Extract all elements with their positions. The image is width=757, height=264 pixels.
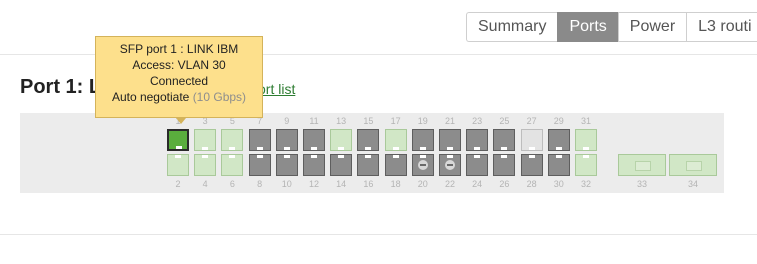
tab-bar: Summary Ports Power L3 routi [466, 12, 757, 42]
port-21[interactable] [439, 129, 461, 151]
port-25[interactable] [493, 129, 516, 151]
port-label-4: 4 [202, 179, 208, 189]
port-label-27: 27 [526, 116, 537, 126]
port-6[interactable] [221, 154, 244, 176]
switch-faceplate: 1 3 5 7 9 11 13 15 17 19 21 23 25 27 29 31 2 4 6 8 10 12 14 16 1… [20, 113, 724, 193]
port-label-21: 21 [444, 116, 455, 126]
port-label-14: 14 [336, 179, 347, 189]
port-label-34: 34 [687, 179, 698, 189]
port-23[interactable] [466, 129, 489, 151]
port-14[interactable] [330, 154, 353, 176]
port-28[interactable] [520, 154, 543, 176]
port-label-24: 24 [472, 179, 483, 189]
port-18[interactable] [384, 154, 407, 176]
port-24[interactable] [466, 154, 489, 176]
port-13[interactable] [330, 129, 353, 151]
port-label-12: 12 [308, 179, 319, 189]
port-label-18: 18 [390, 179, 401, 189]
port-2[interactable] [167, 154, 189, 176]
port-7[interactable] [248, 129, 271, 151]
port-17[interactable] [384, 129, 407, 151]
port-label-10: 10 [281, 179, 292, 189]
tab-power[interactable]: Power [617, 12, 687, 42]
port-label-28: 28 [526, 179, 537, 189]
tab-l3-routing[interactable]: L3 routi [686, 12, 757, 42]
port-16[interactable] [357, 154, 380, 176]
port-label-19: 19 [417, 116, 428, 126]
port-label-30: 30 [553, 179, 564, 189]
tooltip-arrow [176, 118, 186, 124]
page-title: Port 1: L [20, 76, 102, 98]
port-label-20: 20 [417, 179, 428, 189]
port-31[interactable] [575, 129, 597, 151]
port-9[interactable] [275, 129, 298, 151]
port-label-29: 29 [553, 116, 564, 126]
port-label-23: 23 [472, 116, 483, 126]
port-blocked-icon [417, 160, 428, 170]
port-10[interactable] [275, 154, 298, 176]
port-label-16: 16 [363, 179, 374, 189]
tooltip-port-name: SFP port 1 : LINK IBM [119, 42, 239, 56]
port-3[interactable] [194, 129, 217, 151]
port-32[interactable] [575, 154, 597, 176]
port-27[interactable] [520, 129, 543, 151]
sfp-slot-icon [635, 161, 651, 171]
tooltip-vlan: Access: VLAN 30 [132, 58, 226, 72]
port-20[interactable] [411, 154, 434, 176]
port-22[interactable] [439, 154, 461, 176]
port-12[interactable] [303, 154, 325, 176]
port-30[interactable] [547, 154, 570, 176]
port-19[interactable] [411, 129, 434, 151]
switch-ports-page: Summary Ports Power L3 routi Port 1: L o… [0, 0, 757, 264]
port-label-9: 9 [284, 116, 290, 126]
port-label-15: 15 [363, 116, 374, 126]
port-label-8: 8 [257, 179, 263, 189]
sfp-slot-icon [686, 161, 702, 171]
tab-summary[interactable]: Summary [466, 12, 558, 42]
port-label-11: 11 [309, 116, 319, 126]
tab-ports[interactable]: Ports [557, 12, 618, 42]
footer-divider [0, 234, 757, 235]
port-26[interactable] [493, 154, 516, 176]
port-tooltip: SFP port 1 : LINK IBM Access: VLAN 30 Co… [95, 36, 263, 118]
port-15[interactable] [357, 129, 380, 151]
port-29[interactable] [547, 129, 570, 151]
port-label-25: 25 [499, 116, 510, 126]
port-label-6: 6 [229, 179, 235, 189]
port-list-link[interactable]: ort list [258, 81, 295, 97]
sfp-port-33[interactable] [618, 154, 666, 176]
port-5[interactable] [221, 129, 244, 151]
port-11[interactable] [303, 129, 325, 151]
port-label-13: 13 [336, 116, 347, 126]
port-label-26: 26 [499, 179, 510, 189]
port-8[interactable] [248, 154, 271, 176]
port-label-32: 32 [580, 179, 591, 189]
port-label-33: 33 [636, 179, 647, 189]
port-label-31: 31 [580, 116, 591, 126]
tooltip-status: Connected [149, 74, 209, 88]
port-label-2: 2 [175, 179, 181, 189]
port-label-17: 17 [390, 116, 401, 126]
port-label-22: 22 [444, 179, 455, 189]
port-blocked-icon [445, 160, 455, 170]
tooltip-speed: (10 Gbps) [192, 90, 247, 104]
port-1[interactable] [167, 129, 189, 151]
tooltip-negotiation: Auto negotiate (10 Gbps) [111, 90, 247, 104]
port-4[interactable] [194, 154, 217, 176]
sfp-port-34[interactable] [669, 154, 717, 176]
